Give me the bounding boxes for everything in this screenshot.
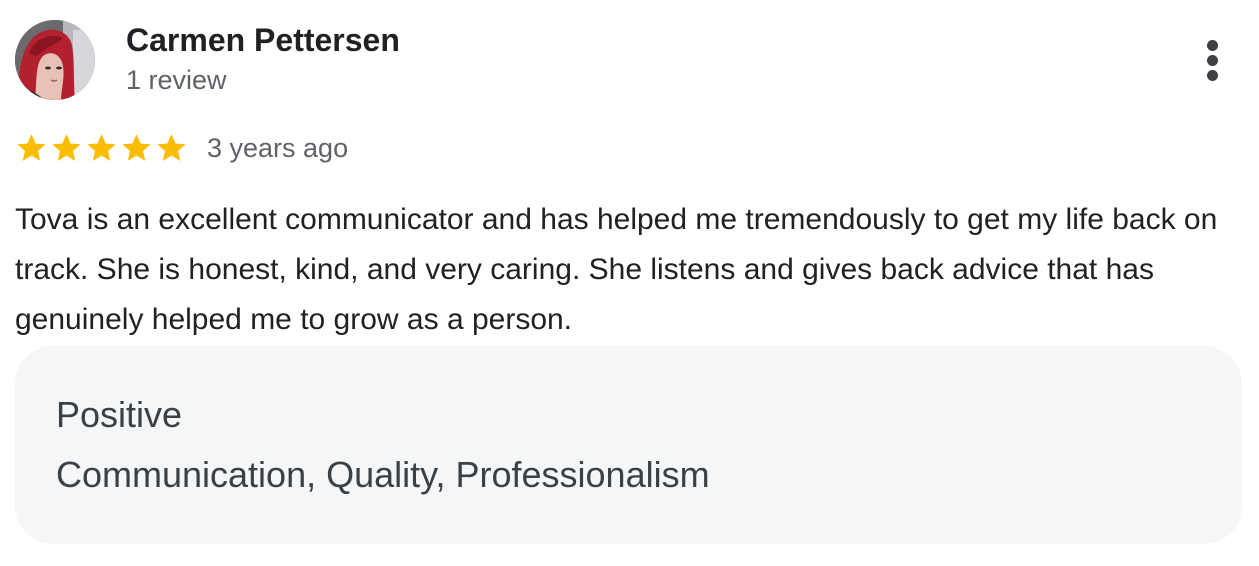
review-attributes: Positive Communication, Quality, Profess… xyxy=(15,346,1242,544)
reviewer-avatar[interactable] xyxy=(15,20,95,100)
rating-row: 3 years ago xyxy=(14,128,348,168)
attributes-heading: Positive xyxy=(56,394,183,435)
star-icon xyxy=(122,134,151,161)
review-timestamp: 3 years ago xyxy=(207,133,349,163)
star-icon xyxy=(17,134,46,161)
attributes-values: Communication, Quality, Professionalism xyxy=(56,454,710,495)
review-count: 1 review xyxy=(126,65,227,95)
reviewer-name[interactable]: Carmen Pettersen xyxy=(126,21,400,59)
star-icon xyxy=(52,134,81,161)
more-options-button[interactable] xyxy=(1193,36,1233,84)
star-icon xyxy=(87,134,116,161)
review-text: Tova is an excellent communicator and ha… xyxy=(15,203,1218,336)
star-rating xyxy=(14,131,189,165)
review-card: Carmen Pettersen 1 review 3 years ago To… xyxy=(0,0,1259,566)
star-icon xyxy=(157,134,186,161)
user-avatar-photo xyxy=(15,20,95,100)
